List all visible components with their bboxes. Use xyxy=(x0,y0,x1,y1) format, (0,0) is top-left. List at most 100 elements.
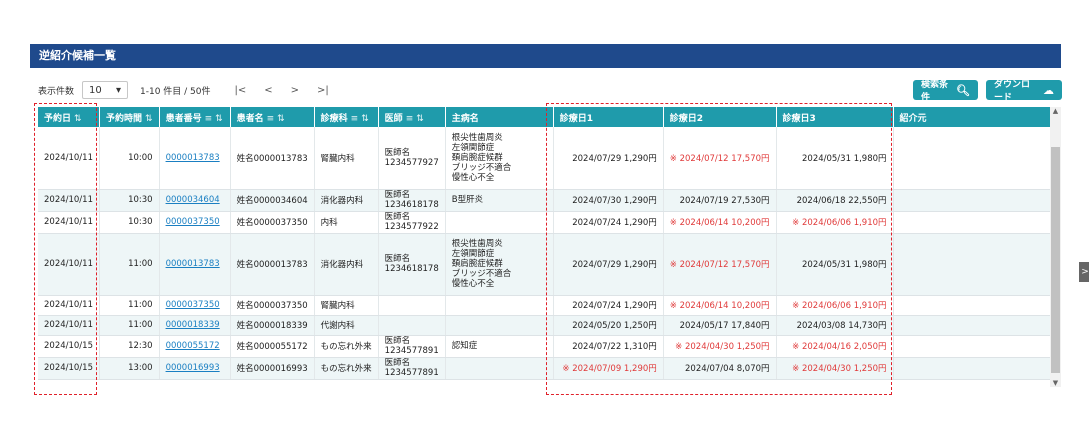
cell-doctor: 医師名 1234577891 xyxy=(378,335,446,358)
cell-visit-1: 2024/07/30 1,290円 xyxy=(553,189,664,212)
scroll-down-icon[interactable]: ▼ xyxy=(1050,379,1061,387)
cell-patient-name: 姓名0000055172 xyxy=(230,335,315,358)
table-row[interactable]: 2024/10/15 12:30 0000055172 姓名0000055172 もの忘… xyxy=(38,335,1054,358)
cell-date: 2024/10/11 xyxy=(38,315,100,336)
col-header[interactable]: 予約日 ⇅ xyxy=(38,107,100,127)
col-header[interactable]: 診療科 ≡ ⇅ xyxy=(314,107,379,127)
cell-visit-3: ※ 2024/06/06 1,910円 xyxy=(776,211,894,234)
last-page-button[interactable]: >| xyxy=(317,85,329,96)
side-panel-toggle[interactable]: > xyxy=(1079,262,1089,282)
patient-id-link[interactable]: 0000034604 xyxy=(159,189,231,212)
cell-time: 11:00 xyxy=(99,233,160,296)
cell-referral-source xyxy=(893,211,1054,234)
col-header: 診療日1 xyxy=(553,107,664,127)
cell-visit-3: 2024/05/31 1,980円 xyxy=(776,127,894,190)
cell-visit-1: 2024/07/29 1,290円 xyxy=(553,127,664,190)
search-conditions-button[interactable]: 検索条件 🔍︎ xyxy=(913,80,978,103)
download-button[interactable]: ダウンロード ☁ xyxy=(986,80,1062,103)
scrollbar-thumb[interactable] xyxy=(1051,147,1060,373)
cell-patient-name: 姓名0000013783 xyxy=(230,233,315,296)
table-row[interactable]: 2024/10/11 10:00 0000013783 姓名0000013783 腎臓内… xyxy=(38,127,1054,190)
cell-doctor: 医師名 1234577922 xyxy=(378,211,446,234)
cell-visit-3: 2024/03/08 14,730円 xyxy=(776,315,894,336)
cell-patient-name: 姓名0000018339 xyxy=(230,315,315,336)
cell-time: 10:00 xyxy=(99,127,160,190)
cell-doctor xyxy=(378,295,446,316)
col-header[interactable]: 医師 ≡ ⇅ xyxy=(378,107,446,127)
scroll-up-icon[interactable]: ▲ xyxy=(1050,107,1061,115)
cell-visit-1: ※ 2024/07/09 1,290円 xyxy=(553,357,664,380)
cell-department: もの忘れ外来 xyxy=(314,335,379,358)
cell-doctor: 医師名 1234577891 xyxy=(378,357,446,380)
next-page-button[interactable]: > xyxy=(291,85,299,96)
cell-visit-3: 2024/05/31 1,980円 xyxy=(776,233,894,296)
cell-referral-source xyxy=(893,233,1054,296)
cell-time: 11:00 xyxy=(99,295,160,316)
cell-doctor: 医師名 1234618178 xyxy=(378,189,446,212)
table-row[interactable]: 2024/10/11 11:00 0000037350 姓名0000037350 腎臓内… xyxy=(38,295,1054,316)
cell-visit-1: 2024/07/24 1,290円 xyxy=(553,295,664,316)
cell-visit-2: 2024/07/04 8,070円 xyxy=(663,357,777,380)
table-row[interactable]: 2024/10/11 11:00 0000013783 姓名0000013783 消化器… xyxy=(38,233,1054,296)
col-header[interactable]: 患者名 ≡ ⇅ xyxy=(230,107,315,127)
cell-visit-3: 2024/06/18 22,550円 xyxy=(776,189,894,212)
filter-icon: ≡ xyxy=(204,113,213,124)
cell-patient-name: 姓名0000034604 xyxy=(230,189,315,212)
cell-referral-source xyxy=(893,189,1054,212)
sort-icon: ⇅ xyxy=(416,113,424,124)
patient-id-link[interactable]: 0000037350 xyxy=(159,295,231,316)
download-label: ダウンロード xyxy=(994,80,1031,103)
patient-id-link[interactable]: 0000013783 xyxy=(159,233,231,296)
cell-visit-2: ※ 2024/07/12 17,570円 xyxy=(663,233,777,296)
table-header-row: 予約日 ⇅ 予約時間 ⇅ 患者番号 ≡ ⇅ 患者名 ≡ ⇅ 診療科 ≡ ⇅ 医師 ≡ ⇅ 主病名 診… xyxy=(38,107,1054,127)
cell-disease xyxy=(445,315,554,336)
cell-referral-source xyxy=(893,127,1054,190)
cell-department: 消化器内科 xyxy=(314,233,379,296)
patient-id-link[interactable]: 0000018339 xyxy=(159,315,231,336)
cell-doctor: 医師名 1234577927 xyxy=(378,127,446,190)
cell-referral-source xyxy=(893,335,1054,358)
cell-time: 12:30 xyxy=(99,335,160,358)
table-row[interactable]: 2024/10/11 10:30 0000037350 姓名0000037350 内科医… xyxy=(38,211,1054,234)
referral-table: 予約日 ⇅ 予約時間 ⇅ 患者番号 ≡ ⇅ 患者名 ≡ ⇅ 診療科 ≡ ⇅ 医師 ≡ ⇅ 主病名 診… xyxy=(38,107,1054,380)
table-row[interactable]: 2024/10/15 13:00 0000016993 姓名0000016993 もの忘… xyxy=(38,357,1054,380)
patient-id-link[interactable]: 0000055172 xyxy=(159,335,231,358)
cell-patient-name: 姓名0000037350 xyxy=(230,295,315,316)
filter-icon: ≡ xyxy=(350,113,359,124)
pager-range-text: 1-10 件目 / 50件 xyxy=(140,86,211,97)
prev-page-button[interactable]: < xyxy=(264,85,272,96)
cell-date: 2024/10/15 xyxy=(38,335,100,358)
cell-visit-2: ※ 2024/07/12 17,570円 xyxy=(663,127,777,190)
cell-visit-3: ※ 2024/04/30 1,250円 xyxy=(776,357,894,380)
patient-id-link[interactable]: 0000016993 xyxy=(159,357,231,380)
cell-visit-2: 2024/07/19 27,530円 xyxy=(663,189,777,212)
table-row[interactable]: 2024/10/11 11:00 0000018339 姓名0000018339 代謝内… xyxy=(38,315,1054,336)
col-header: 診療日3 xyxy=(776,107,894,127)
cell-visit-2: ※ 2024/04/30 1,250円 xyxy=(663,335,777,358)
chevron-down-icon: ▾ xyxy=(115,84,122,96)
sort-icon: ⇅ xyxy=(74,113,82,124)
cell-disease: 認知症 xyxy=(445,335,554,358)
col-header[interactable]: 予約時間 ⇅ xyxy=(99,107,160,127)
cell-date: 2024/10/11 xyxy=(38,295,100,316)
first-page-button[interactable]: |< xyxy=(235,85,247,96)
cell-department: 代謝内科 xyxy=(314,315,379,336)
col-header: 診療日2 xyxy=(663,107,777,127)
display-count-value: 10 xyxy=(89,84,102,96)
cell-time: 13:00 xyxy=(99,357,160,380)
patient-id-link[interactable]: 0000037350 xyxy=(159,211,231,234)
cell-visit-2: 2024/05/17 17,840円 xyxy=(663,315,777,336)
cell-visit-2: ※ 2024/06/14 10,200円 xyxy=(663,295,777,316)
cell-department: もの忘れ外来 xyxy=(314,357,379,380)
col-header[interactable]: 患者番号 ≡ ⇅ xyxy=(159,107,231,127)
cell-visit-3: ※ 2024/04/16 2,050円 xyxy=(776,335,894,358)
vertical-scrollbar[interactable]: ▲ ▼ xyxy=(1050,107,1061,387)
cell-department: 内科 xyxy=(314,211,379,234)
cell-disease xyxy=(445,357,554,380)
sort-icon: ⇅ xyxy=(145,113,153,124)
sort-icon: ⇅ xyxy=(277,113,285,124)
table-row[interactable]: 2024/10/11 10:30 0000034604 姓名0000034604 消化器… xyxy=(38,189,1054,212)
cell-referral-source xyxy=(893,357,1054,380)
patient-id-link[interactable]: 0000013783 xyxy=(159,127,231,190)
display-count-select[interactable]: 10 ▾ xyxy=(82,81,129,99)
